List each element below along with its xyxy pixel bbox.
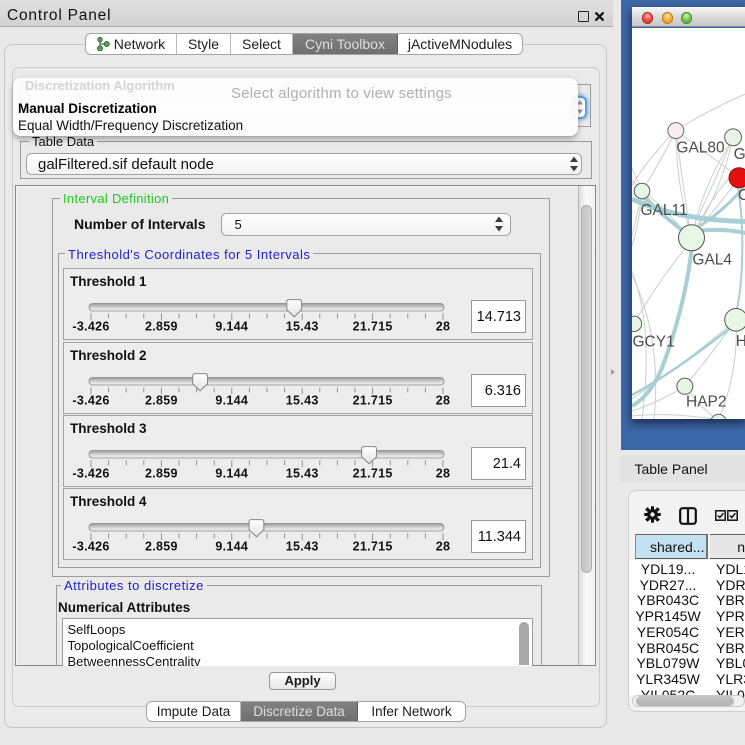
svg-text:HAP2: HAP2: [686, 393, 727, 410]
svg-text:2.859: 2.859: [145, 320, 178, 334]
svg-text:-3.426: -3.426: [72, 320, 109, 334]
svg-text:-3.426: -3.426: [72, 467, 109, 481]
svg-text:9.144: 9.144: [215, 320, 248, 334]
svg-text:GAL11: GAL11: [640, 201, 687, 218]
svg-text:C: C: [738, 186, 745, 203]
svg-text:2.859: 2.859: [145, 467, 178, 481]
svg-text:28: 28: [436, 394, 451, 408]
svg-text:21.715: 21.715: [353, 540, 393, 554]
svg-text:28: 28: [436, 467, 451, 481]
svg-text:-3.426: -3.426: [72, 394, 109, 408]
svg-text:28: 28: [436, 320, 451, 334]
svg-text:9.144: 9.144: [215, 467, 248, 481]
svg-text:15.43: 15.43: [286, 394, 319, 408]
svg-text:21.715: 21.715: [353, 320, 393, 334]
svg-text:28: 28: [436, 540, 451, 554]
svg-text:GAL80: GAL80: [676, 139, 725, 156]
svg-text:15.43: 15.43: [286, 467, 319, 481]
svg-text:15.43: 15.43: [286, 320, 319, 334]
svg-text:21.715: 21.715: [353, 394, 393, 408]
svg-text:GAL4: GAL4: [692, 251, 732, 268]
svg-text:2.859: 2.859: [145, 540, 178, 554]
svg-text:15.43: 15.43: [286, 540, 319, 554]
svg-text:9.144: 9.144: [215, 394, 248, 408]
svg-text:GCY1: GCY1: [632, 333, 674, 350]
svg-text:-3.426: -3.426: [72, 540, 109, 554]
svg-text:2.859: 2.859: [145, 394, 178, 408]
svg-text:9.144: 9.144: [215, 540, 248, 554]
svg-text:GA: GA: [733, 145, 745, 162]
svg-text:21.715: 21.715: [353, 467, 393, 481]
svg-text:H: H: [735, 332, 745, 349]
